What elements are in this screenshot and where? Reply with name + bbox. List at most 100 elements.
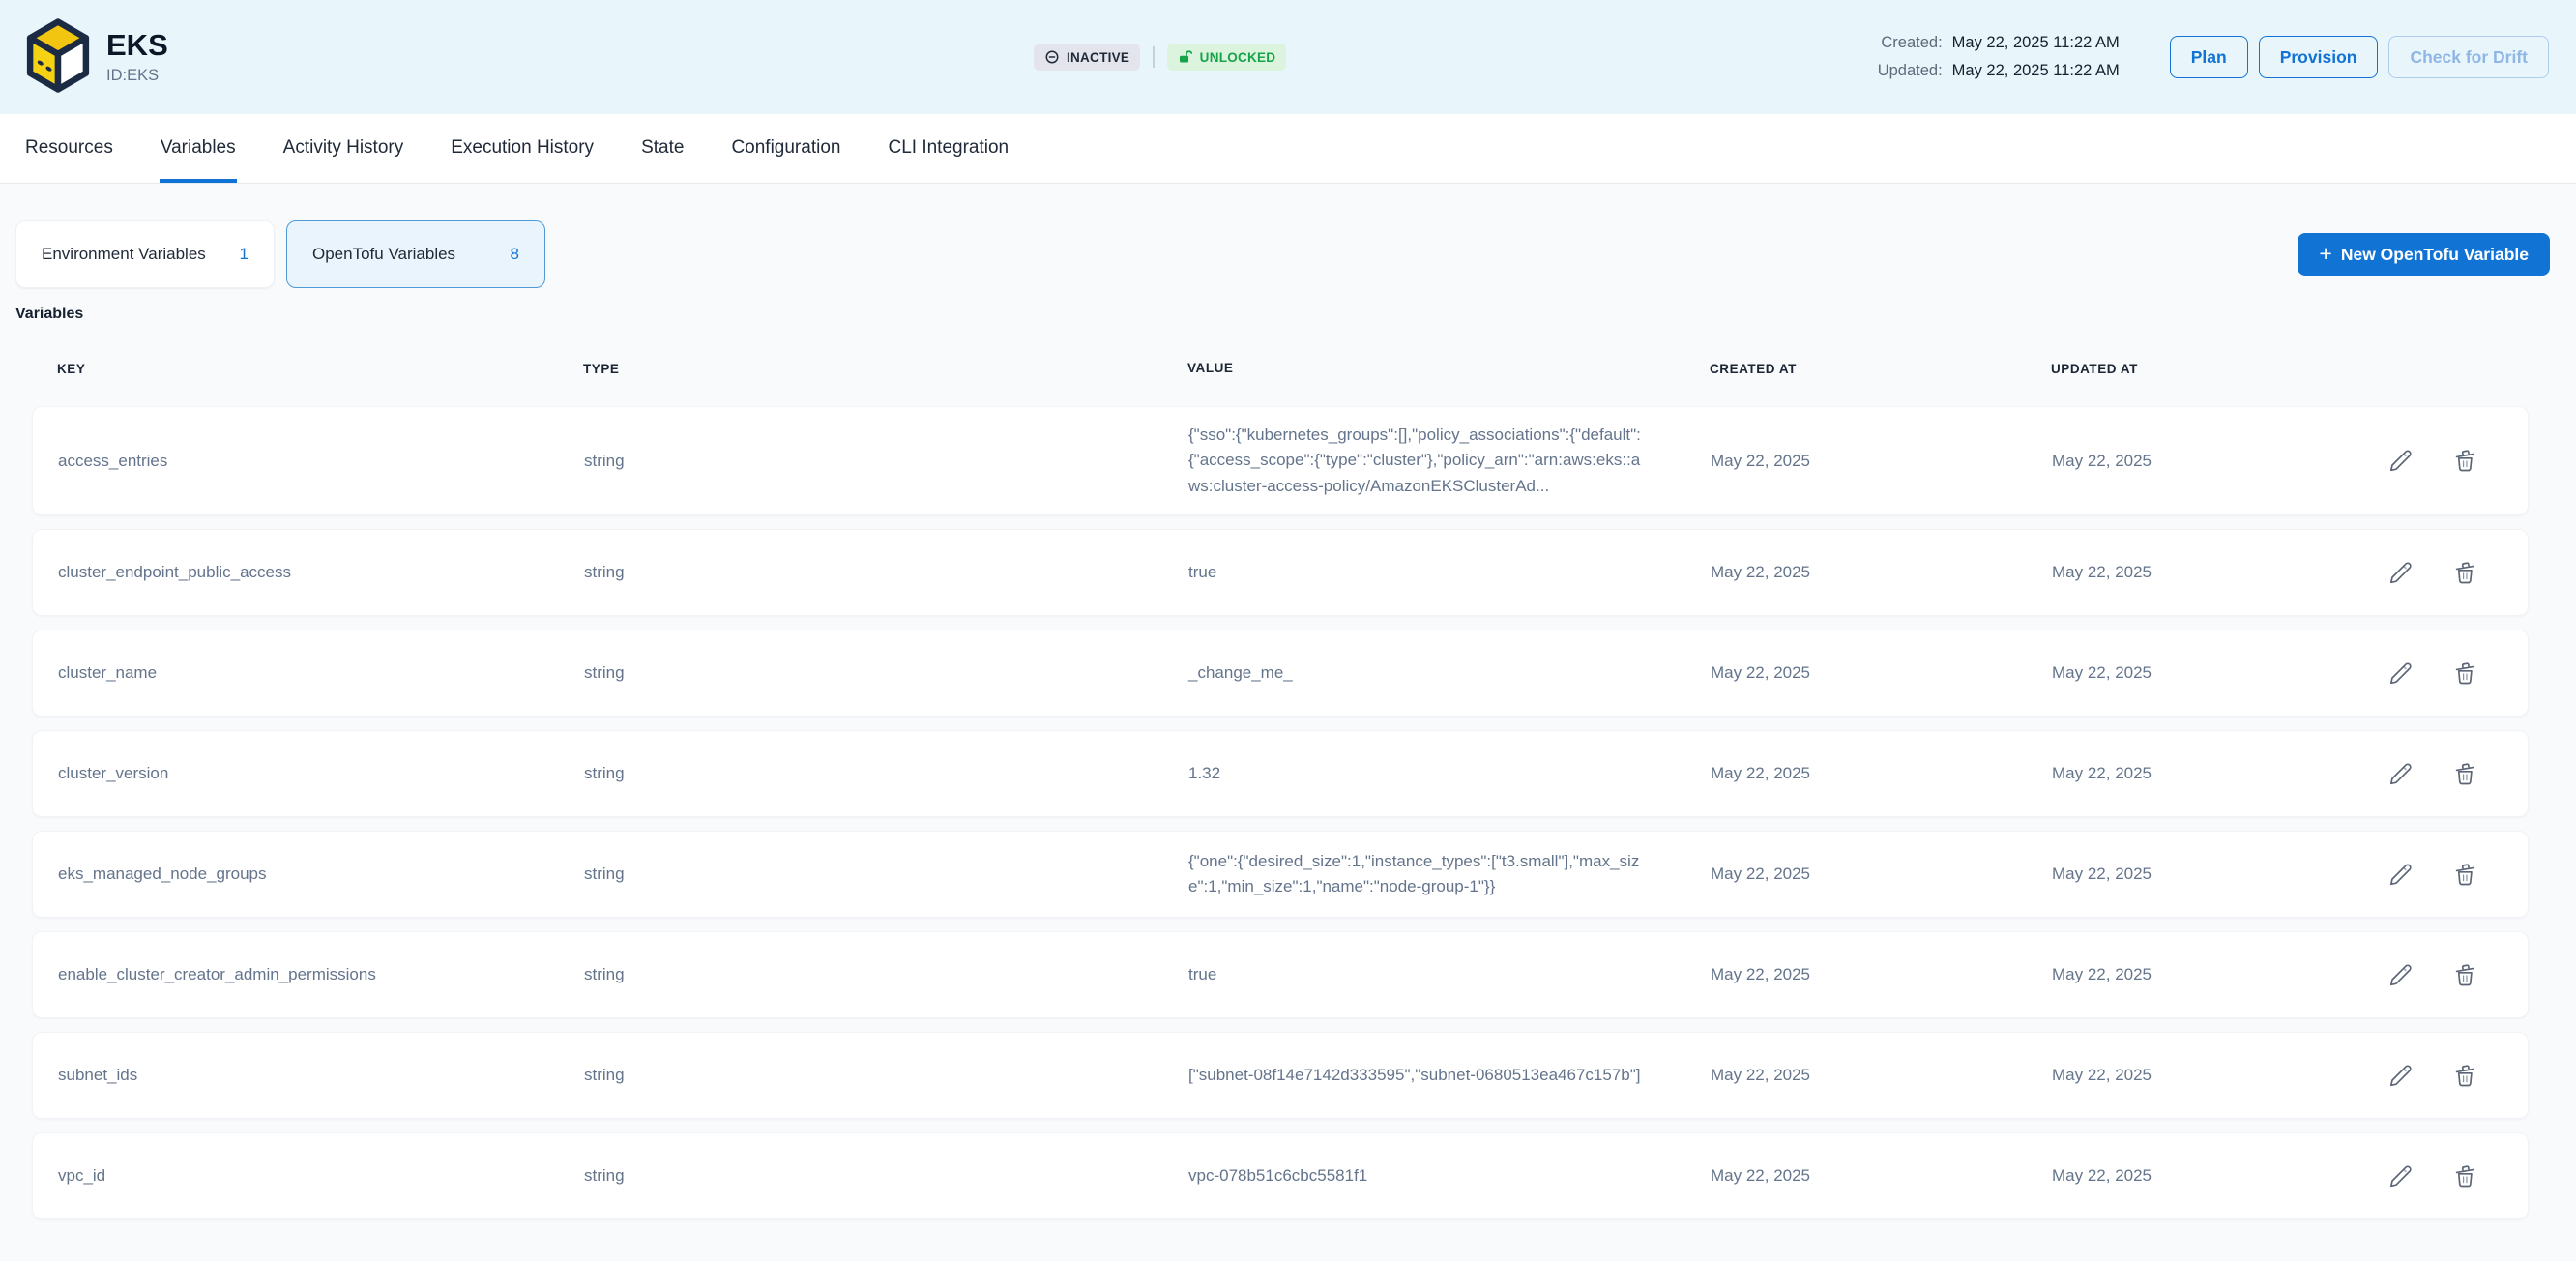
cell-created-at: May 22, 2025 [1711,965,2052,984]
cell-type: string [584,1166,1188,1186]
provision-button[interactable]: Provision [2259,36,2379,78]
variables-table: KEY TYPE VALUE CREATED AT UPDATED AT acc… [32,338,2529,1219]
edit-variable-button[interactable] [2386,759,2415,788]
table-row: access_entries string {"sso":{"kubernete… [32,406,2529,515]
table-row: cluster_name string _change_me_ May 22, … [32,630,2529,717]
cell-value: true [1188,560,1711,585]
cell-key: cluster_version [58,764,584,783]
check-for-drift-button[interactable]: Check for Drift [2388,36,2549,78]
tab-bar: Resources Variables Activity History Exe… [0,114,2576,184]
minus-circle-icon [1044,49,1060,65]
trash-icon [2452,862,2478,888]
cell-key: subnet_ids [58,1066,584,1085]
created-value: May 22, 2025 11:22 AM [1952,34,2120,52]
timestamps: Created: May 22, 2025 11:22 AM Updated: … [1878,34,2120,80]
trash-icon [2452,448,2478,474]
cell-type: string [584,865,1188,884]
cell-type: string [584,563,1188,582]
edit-variable-button[interactable] [2386,960,2415,989]
new-opentofu-variable-button[interactable]: + New OpenTofu Variable [2298,233,2550,276]
trash-icon [2452,1163,2478,1189]
cell-created-at: May 22, 2025 [1711,452,2052,471]
filter-tab-opentofu-variables[interactable]: OpenTofu Variables 8 [286,220,545,288]
trash-icon [2452,761,2478,787]
delete-variable-button[interactable] [2450,960,2479,989]
row-actions [2371,759,2528,788]
tab-configuration[interactable]: Configuration [730,114,841,183]
edit-variable-button[interactable] [2386,1161,2415,1190]
cell-updated-at: May 22, 2025 [2052,452,2371,471]
status-badges: INACTIVE UNLOCKED [1034,44,1286,71]
column-header-type: TYPE [583,362,1187,376]
cell-created-at: May 22, 2025 [1711,865,2052,884]
cell-key: enable_cluster_creator_admin_permissions [58,965,584,984]
cell-created-at: May 22, 2025 [1711,764,2052,783]
row-actions [2371,659,2528,688]
cell-updated-at: May 22, 2025 [2052,663,2371,683]
cell-type: string [584,965,1188,984]
edit-variable-button[interactable] [2386,1061,2415,1090]
edit-variable-button[interactable] [2386,860,2415,889]
delete-variable-button[interactable] [2450,759,2479,788]
badge-divider [1153,46,1155,68]
trash-icon [2452,962,2478,988]
unlock-icon [1178,49,1193,65]
edit-variable-button[interactable] [2386,558,2415,587]
cell-key: cluster_name [58,663,584,683]
pencil-icon [2387,560,2414,586]
tab-activity-history[interactable]: Activity History [282,114,405,183]
created-label: Created: [1878,34,1943,52]
header-actions: Plan Provision Check for Drift [2170,36,2549,78]
section-title: Variables [15,306,2550,323]
filter-tab-environment-variables[interactable]: Environment Variables 1 [15,220,275,288]
cell-value: {"sso":{"kubernetes_groups":[],"policy_a… [1188,423,1711,499]
column-header-created-at: CREATED AT [1710,362,2051,376]
filter-count-badge: 1 [240,245,249,264]
delete-variable-button[interactable] [2450,558,2479,587]
pencil-icon [2387,761,2414,787]
table-row: vpc_id string vpc-078b51c6cbc5581f1 May … [32,1132,2529,1219]
pencil-icon [2387,1063,2414,1089]
row-actions [2371,960,2528,989]
delete-variable-button[interactable] [2450,659,2479,688]
tab-execution-history[interactable]: Execution History [450,114,595,183]
table-row: eks_managed_node_groups string {"one":{"… [32,831,2529,918]
plus-icon: + [2319,243,2331,265]
tab-cli-integration[interactable]: CLI Integration [887,114,1010,183]
pencil-icon [2387,660,2414,687]
column-header-updated-at: UPDATED AT [2051,362,2370,376]
trash-icon [2452,1063,2478,1089]
status-badge-inactive: INACTIVE [1034,44,1140,71]
delete-variable-button[interactable] [2450,1061,2479,1090]
row-actions [2371,860,2528,889]
delete-variable-button[interactable] [2450,860,2479,889]
table-row: cluster_endpoint_public_access string tr… [32,529,2529,616]
trash-icon [2452,560,2478,586]
tab-resources[interactable]: Resources [24,114,114,183]
tab-state[interactable]: State [640,114,685,183]
cell-created-at: May 22, 2025 [1711,663,2052,683]
variables-page: Environment Variables 1 OpenTofu Variabl… [0,184,2576,1219]
delete-variable-button[interactable] [2450,447,2479,476]
cell-value: ["subnet-08f14e7142d333595","subnet-0680… [1188,1063,1711,1088]
delete-variable-button[interactable] [2450,1161,2479,1190]
filter-count-badge: 8 [511,245,519,264]
updated-value: May 22, 2025 11:22 AM [1952,62,2120,80]
cell-created-at: May 22, 2025 [1711,1166,2052,1186]
tab-variables[interactable]: Variables [160,114,237,183]
page-header: EKS ID:EKS INACTIVE UNLOCKED Created: Ma… [0,0,2576,114]
page-title: EKS [106,29,168,62]
row-actions [2371,1061,2528,1090]
edit-variable-button[interactable] [2386,447,2415,476]
cell-created-at: May 22, 2025 [1711,1066,2052,1085]
app-logo [21,17,95,97]
cell-updated-at: May 22, 2025 [2052,1166,2371,1186]
table-header-row: KEY TYPE VALUE CREATED AT UPDATED AT [32,338,2529,398]
table-body: access_entries string {"sso":{"kubernete… [32,406,2529,1219]
trash-icon [2452,660,2478,687]
edit-variable-button[interactable] [2386,659,2415,688]
pencil-icon [2387,448,2414,474]
cell-updated-at: May 22, 2025 [2052,965,2371,984]
plan-button[interactable]: Plan [2170,36,2248,78]
cell-key: cluster_endpoint_public_access [58,563,584,582]
